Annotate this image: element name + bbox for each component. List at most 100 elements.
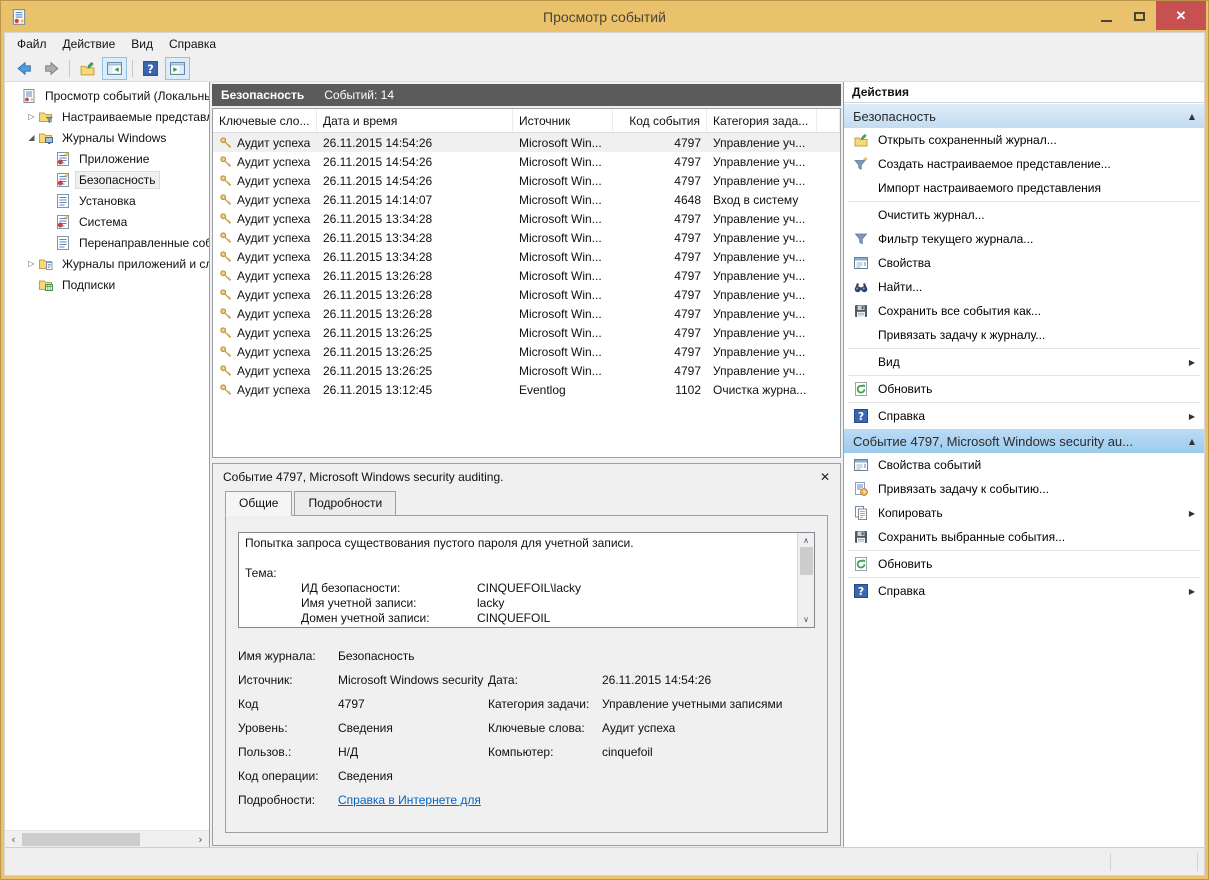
tree-item[interactable]: Перенаправленные соб [5,232,209,253]
tree-item[interactable]: Установка [5,190,209,211]
open-saved-log-button[interactable] [75,57,100,80]
action-section-header[interactable]: Событие 4797, Microsoft Windows security… [844,429,1204,453]
action-item[interactable]: Привязать задачу к журналу... ▶ [844,323,1204,347]
scroll-left-icon[interactable]: ‹ [5,833,22,846]
event-id-cell: 4797 [674,344,701,359]
action-item[interactable]: Обновить ▶ [844,377,1204,401]
tab-general[interactable]: Общие [225,491,293,516]
event-row[interactable]: Аудит успеха 26.11.2015 13:12:45 Eventlo… [213,380,840,399]
description-scrollbar[interactable]: ∧ ∨ [797,533,814,627]
column-header[interactable]: Код события [613,109,707,132]
show-console-tree-button[interactable] [102,56,127,80]
event-row[interactable]: Аудит успеха 26.11.2015 14:14:07 Microso… [213,190,840,209]
datetime-cell: 26.11.2015 13:12:45 [323,382,433,397]
menu-item[interactable]: Вид [123,34,161,54]
log-icon [55,235,72,251]
action-item[interactable]: Сохранить выбранные события... ▶ [844,525,1204,549]
action-item[interactable]: Сохранить все события как... ▶ [844,299,1204,323]
column-header[interactable]: Категория зада... [707,109,817,132]
keywords-cell: Аудит успеха [237,230,311,245]
tree-horizontal-scrollbar[interactable]: ‹ › [5,830,209,847]
menu-item[interactable]: Действие [55,34,124,54]
event-row[interactable]: Аудит успеха 26.11.2015 13:34:28 Microso… [213,228,840,247]
action-item[interactable]: Обновить ▶ [844,552,1204,576]
column-header[interactable]: Дата и время [317,109,513,132]
category-cell: Управление уч... [713,230,806,245]
expander-icon[interactable]: ▷ [25,259,38,268]
tree-item[interactable]: ▷ Настраиваемые представле [5,106,209,127]
minimize-button[interactable] [1090,1,1123,32]
action-item[interactable]: Очистить журнал... ▶ [844,203,1204,227]
event-row[interactable]: Аудит успеха 26.11.2015 13:26:28 Microso… [213,285,840,304]
tree-item[interactable]: Просмотр событий (Локальнь [5,85,209,106]
action-item[interactable]: Импорт настраиваемого представления ▶ [844,176,1204,200]
tree-item[interactable]: Приложение [5,148,209,169]
menu-item[interactable]: Справка [161,34,224,54]
task-icon [853,481,869,497]
source-cell: Microsoft Win... [519,173,602,188]
action-item[interactable]: Найти... ▶ [844,275,1204,299]
keywords-cell: Аудит успеха [237,363,311,378]
key-icon [219,231,233,245]
scroll-right-icon[interactable]: › [192,833,209,846]
action-item[interactable]: Справка ▶ [844,579,1204,603]
event-row[interactable]: Аудит успеха 26.11.2015 13:26:25 Microso… [213,361,840,380]
action-item[interactable]: Создать настраиваемое представление... ▶ [844,152,1204,176]
action-item[interactable]: Справка ▶ [844,404,1204,428]
category-cell: Управление уч... [713,211,806,226]
collapse-icon[interactable]: ▲ [1189,112,1195,121]
scroll-up-icon[interactable]: ∧ [803,536,809,545]
key-icon [219,345,233,359]
tree-item-label: Журналы Windows [62,130,167,145]
title-bar[interactable]: Просмотр событий ✕ [1,1,1208,32]
tree-item[interactable]: Система [5,211,209,232]
field-row: Пользов.: Н/Д Компьютер: cinquefoil [238,740,815,764]
column-header[interactable]: Ключевые сло... [213,109,317,132]
event-row[interactable]: Аудит успеха 26.11.2015 13:26:28 Microso… [213,304,840,323]
maximize-button[interactable] [1123,1,1156,32]
help-button[interactable] [138,57,163,80]
action-item[interactable]: Свойства событий ▶ [844,453,1204,477]
event-row[interactable]: Аудит успеха 26.11.2015 13:34:28 Microso… [213,209,840,228]
tree-item-label: Журналы приложений и сл [62,256,209,271]
action-section-header[interactable]: Безопасность ▲ [844,104,1204,128]
event-row[interactable]: Аудит успеха 26.11.2015 14:54:26 Microso… [213,171,840,190]
back-button[interactable] [12,57,37,80]
scroll-down-icon[interactable]: ∨ [803,615,809,624]
scroll-thumb[interactable] [22,832,140,846]
tree-item[interactable]: ▷ Журналы приложений и сл [5,253,209,274]
action-item[interactable]: Привязать задачу к событию... ▶ [844,477,1204,501]
event-row[interactable]: Аудит успеха 26.11.2015 13:26:28 Microso… [213,266,840,285]
action-item[interactable]: Открыть сохраненный журнал... ▶ [844,128,1204,152]
action-item[interactable]: Фильтр текущего журнала... ▶ [844,227,1204,251]
tree-item[interactable]: Безопасность [5,169,209,190]
forward-button[interactable] [39,57,64,80]
action-item[interactable]: Свойства ▶ [844,251,1204,275]
collapse-icon[interactable]: ▲ [1189,437,1195,446]
event-row[interactable]: Аудит успеха 26.11.2015 13:26:25 Microso… [213,323,840,342]
action-item[interactable]: Вид ▶ [844,350,1204,374]
event-id-cell: 4797 [674,211,701,226]
tree-item[interactable]: Подписки [5,274,209,295]
help-icon [142,60,159,77]
category-cell: Управление уч... [713,249,806,264]
show-action-pane-button[interactable] [165,56,190,80]
event-row[interactable]: Аудит успеха 26.11.2015 14:54:26 Microso… [213,133,840,152]
close-detail-icon[interactable]: ✕ [820,470,830,484]
column-header-filler [817,109,840,132]
scroll-thumb[interactable] [799,547,813,575]
event-row[interactable]: Аудит успеха 26.11.2015 13:26:25 Microso… [213,342,840,361]
event-row[interactable]: Аудит успеха 26.11.2015 13:34:28 Microso… [213,247,840,266]
datetime-cell: 26.11.2015 13:26:25 [323,363,433,378]
close-button[interactable]: ✕ [1156,1,1206,30]
menu-item[interactable]: Файл [9,34,55,54]
folder-filter-icon [38,109,55,125]
tree-item[interactable]: ◢ Журналы Windows [5,127,209,148]
action-item[interactable]: Копировать ▶ [844,501,1204,525]
expander-icon[interactable]: ▷ [25,112,38,121]
expander-icon[interactable]: ◢ [25,133,38,142]
event-row[interactable]: Аудит успеха 26.11.2015 14:54:26 Microso… [213,152,840,171]
online-help-link[interactable]: Справка в Интернете для [338,793,488,807]
tab-details[interactable]: Подробности [294,491,397,516]
column-header[interactable]: Источник [513,109,613,132]
